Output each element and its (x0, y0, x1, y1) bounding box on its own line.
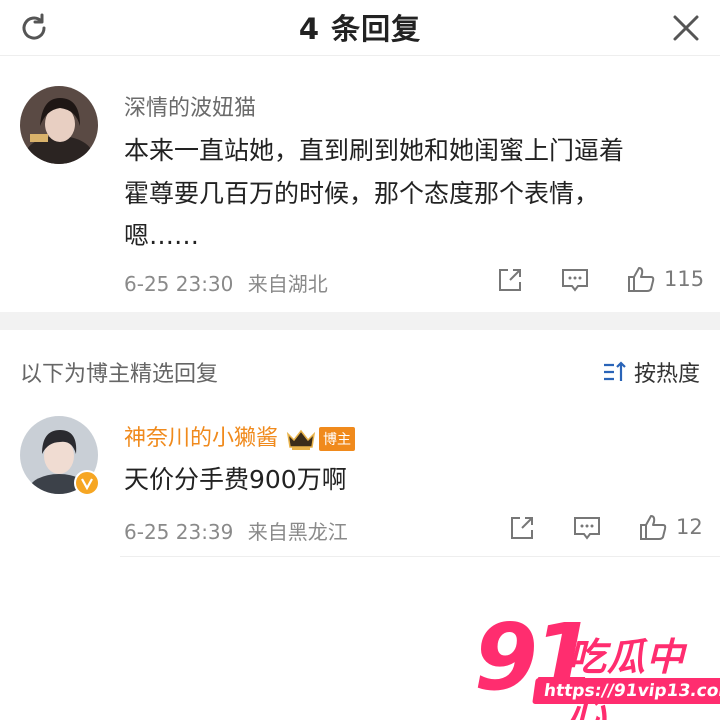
share-icon (511, 517, 533, 539)
comment-meta: 6-25 23:30 来自湖北 (124, 268, 328, 297)
avatar[interactable] (20, 86, 98, 164)
share-icon (499, 269, 521, 291)
reply-username[interactable]: 神奈川的小獭酱 (124, 426, 278, 451)
reply-username-row: 神奈川的小獭酱 博主 (124, 420, 356, 452)
reply-button[interactable] (560, 266, 590, 294)
comment-icon (562, 269, 588, 292)
close-button[interactable] (666, 8, 706, 48)
reply-divider (120, 556, 720, 557)
comment-username[interactable]: 深情的波妞猫 (124, 90, 256, 122)
comment-icon (574, 517, 600, 540)
header: 4 条回复 (0, 0, 720, 56)
thumbs-up-icon (628, 267, 655, 292)
verified-badge-icon (74, 470, 100, 496)
reply-share-button[interactable] (508, 514, 536, 542)
watermark-brand: 吃瓜中心 (568, 635, 686, 720)
host-badge: 博主 (319, 427, 356, 451)
reply-like-count: 12 (676, 515, 703, 539)
thumbs-up-icon (640, 515, 667, 540)
comment-text-line: 嗯…… (124, 221, 200, 250)
like-count: 115 (664, 267, 705, 291)
comment-text-line: 霍尊要几百万的时候，那个态度那个表情， (124, 179, 600, 208)
section-title: 以下为博主精选回复 (20, 362, 219, 387)
comment-text-line: 本来一直站她，直到刷到她和她闺蜜上门逼着 (124, 136, 625, 165)
watermark-logo: 91 吃瓜中心 https://91vip13.com (474, 604, 720, 720)
reply-like-button[interactable]: 12 (638, 512, 703, 542)
like-button[interactable]: 115 (626, 264, 704, 294)
watermark-url: https://91vip13.com (532, 678, 720, 704)
page-title: 4 条回复 (298, 12, 422, 46)
share-button[interactable] (496, 266, 524, 294)
sort-button[interactable]: 按热度 (602, 356, 700, 388)
reply-location: 来自黑龙江 (247, 520, 348, 544)
section-divider (0, 312, 720, 330)
comment-time: 6-25 23:30 (124, 272, 234, 296)
reply-text: 天价分手费900万啊 (124, 465, 347, 494)
reply-meta: 6-25 23:39 来自黑龙江 (124, 516, 348, 545)
crown-icon (286, 429, 316, 450)
close-icon (673, 15, 699, 41)
sort-label: 按热度 (633, 362, 700, 387)
comment-location: 来自湖北 (247, 272, 328, 296)
user-avatar-image (20, 86, 98, 164)
reply-reply-button[interactable] (572, 514, 602, 542)
reply-time: 6-25 23:39 (124, 520, 234, 544)
sort-icon (603, 361, 626, 381)
